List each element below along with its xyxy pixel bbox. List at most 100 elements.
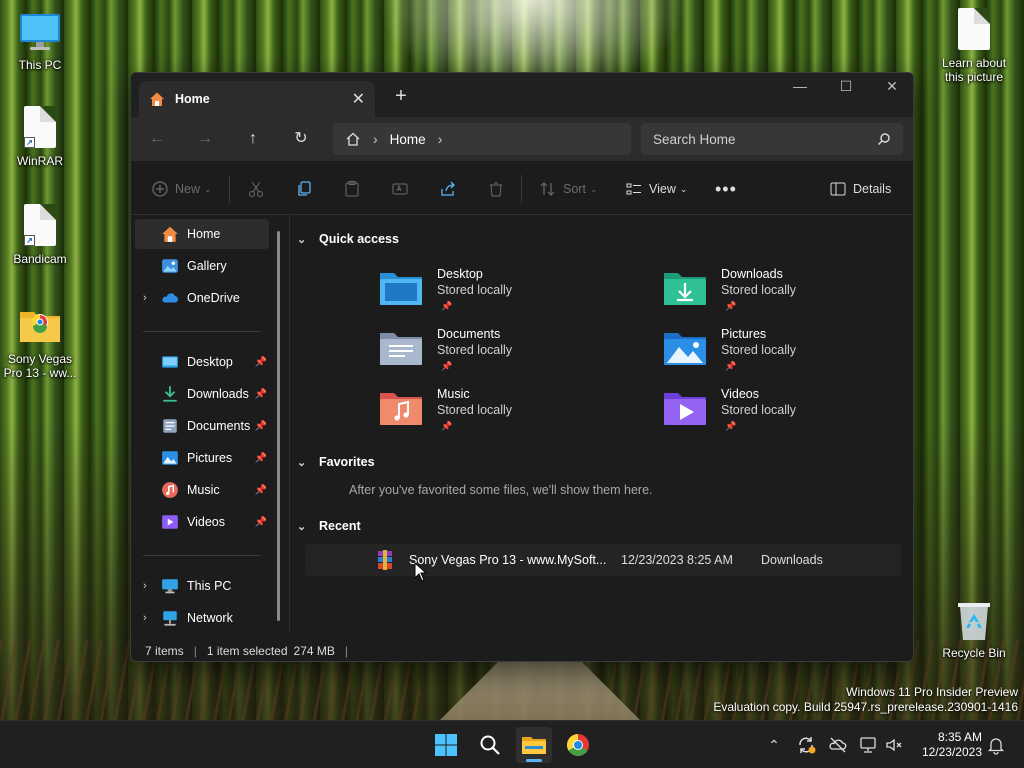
plus-circle-icon — [152, 181, 168, 197]
cloud-offline-icon[interactable] — [828, 735, 848, 755]
quick-access-header[interactable]: ⌄ Quick access — [297, 232, 399, 246]
favorites-header[interactable]: ⌄ Favorites — [297, 455, 375, 469]
back-button[interactable]: ← — [143, 127, 171, 151]
recent-file-row[interactable]: Sony Vegas Pro 13 - www.MySoft... 12/23/… — [305, 544, 901, 576]
chevron-right-icon[interactable]: › — [438, 131, 443, 147]
refresh-button[interactable]: ↻ — [287, 127, 315, 151]
paste-icon[interactable] — [343, 177, 361, 201]
more-options-icon[interactable]: ••• — [715, 177, 737, 201]
desktop-folder-icon — [162, 356, 178, 368]
file-explorer-taskbar-button[interactable] — [516, 727, 552, 763]
chevron-down-icon[interactable]: ⌄ — [297, 520, 306, 533]
sidebar-item-downloads[interactable]: Downloads 📌 — [135, 379, 269, 409]
quick-access-item-documents[interactable]: Documents Stored locally 📌 — [379, 327, 639, 383]
pin-icon: 📌 — [725, 301, 737, 311]
navigation-bar: ← → ↑ ↻ › Home › — [131, 117, 913, 161]
up-button[interactable]: ↑ — [239, 127, 267, 151]
new-button[interactable]: New ⌄ — [151, 177, 212, 201]
close-tab-icon[interactable]: ✕ — [352, 89, 365, 109]
pin-icon: 📌 — [254, 516, 267, 528]
pictures-folder-icon — [664, 333, 706, 365]
quick-access-item-pictures[interactable]: Pictures Stored locally 📌 — [663, 327, 913, 383]
folder-icon — [522, 737, 546, 754]
sidebar-item-network[interactable]: › Network — [135, 603, 269, 633]
forward-button[interactable]: → — [191, 127, 219, 151]
sidebar-item-gallery[interactable]: Gallery — [135, 251, 269, 281]
sidebar-item-label: Videos — [187, 515, 225, 529]
chevron-down-icon[interactable]: ⌄ — [297, 233, 306, 246]
maximize-button[interactable]: ☐ — [823, 73, 869, 103]
minimize-button[interactable]: — — [777, 73, 823, 103]
sidebar-item-label: This PC — [187, 579, 232, 593]
view-list-icon — [626, 183, 641, 195]
system-clock[interactable]: 8:35 AM 12/23/2023 — [912, 730, 982, 760]
favorites-empty-message: After you've favorited some files, we'll… — [349, 483, 653, 497]
chevron-up-icon[interactable]: ⌃ — [764, 735, 784, 755]
details-button[interactable]: Details — [829, 177, 891, 201]
toolbar-divider — [229, 175, 230, 203]
search-button[interactable] — [472, 727, 508, 763]
sidebar-item-onedrive[interactable]: › OneDrive — [135, 283, 269, 313]
clock-date: 12/23/2023 — [921, 745, 982, 759]
winrar-archive-icon — [378, 550, 392, 570]
new-tab-button[interactable]: + — [389, 85, 413, 108]
desktop-icon-learn-picture[interactable]: Learn about this picture — [934, 8, 1014, 84]
quick-access-item-videos[interactable]: Videos Stored locally 📌 — [663, 387, 913, 443]
sidebar-item-desktop[interactable]: Desktop 📌 — [135, 347, 269, 377]
sidebar-item-videos[interactable]: Videos 📌 — [135, 507, 269, 537]
search-input[interactable] — [653, 131, 877, 147]
sidebar-item-pictures[interactable]: Pictures 📌 — [135, 443, 269, 473]
desktop-icon-bandicam[interactable]: ↗ Bandicam — [0, 204, 80, 266]
sidebar-scrollbar[interactable] — [277, 231, 280, 621]
pane-divider[interactable] — [289, 215, 290, 633]
sidebar-item-label: OneDrive — [187, 291, 240, 305]
chevron-down-icon[interactable]: ⌄ — [297, 456, 306, 469]
search-box[interactable] — [641, 123, 903, 155]
folder-name: Music — [437, 387, 470, 401]
file-icon — [952, 8, 996, 52]
desktop-icon-winrar[interactable]: ↗ WinRAR — [0, 106, 80, 168]
pictures-icon — [162, 451, 178, 465]
documents-icon — [163, 419, 177, 433]
sidebar-item-music[interactable]: Music 📌 — [135, 475, 269, 505]
sidebar-item-documents[interactable]: Documents 📌 — [135, 411, 269, 441]
share-icon[interactable] — [439, 177, 457, 201]
view-button[interactable]: View ⌄ — [625, 177, 687, 201]
watermark-line-2: Evaluation copy. Build 25947.rs_prerelea… — [713, 700, 1018, 714]
expand-chevron-icon[interactable]: › — [143, 580, 147, 592]
tab-home[interactable]: Home ✕ — [139, 81, 375, 117]
search-icon — [878, 133, 890, 145]
update-sync-icon[interactable] — [796, 735, 816, 755]
close-window-button[interactable]: ✕ — [869, 73, 913, 103]
folder-status: Stored locally — [721, 403, 797, 417]
sidebar-item-this-pc[interactable]: › This PC — [135, 571, 269, 601]
status-bar: 7 items | 1 item selected 274 MB | — [131, 639, 913, 661]
start-button[interactable] — [428, 727, 464, 763]
quick-access-item-music[interactable]: Music Stored locally 📌 — [379, 387, 639, 443]
delete-icon[interactable] — [487, 177, 505, 201]
cut-icon[interactable] — [247, 177, 265, 201]
sidebar-item-home[interactable]: Home — [135, 219, 269, 249]
sort-button[interactable]: Sort ⌄ — [539, 177, 597, 201]
expand-chevron-icon[interactable]: › — [143, 612, 147, 624]
recent-file-name: Sony Vegas Pro 13 - www.MySoft... — [409, 553, 607, 567]
recent-header[interactable]: ⌄ Recent — [297, 519, 361, 533]
desktop-icon-sony-vegas[interactable]: Sony Vegas Pro 13 - ww... — [0, 304, 80, 380]
details-pane-icon — [830, 182, 846, 196]
tab-title: Home — [175, 92, 210, 106]
quick-access-item-downloads[interactable]: Downloads Stored locally 📌 — [663, 267, 913, 323]
expand-chevron-icon[interactable]: › — [143, 292, 147, 304]
quick-access-item-desktop[interactable]: Desktop Stored locally 📌 — [379, 267, 639, 323]
chrome-taskbar-button[interactable] — [560, 727, 596, 763]
clock-time: 8:35 AM — [937, 730, 982, 744]
notification-bell-icon[interactable] — [986, 735, 1006, 755]
address-bar[interactable]: › Home › — [333, 123, 631, 155]
breadcrumb-home[interactable]: Home — [390, 132, 426, 147]
desktop-icon-this-pc[interactable]: This PC — [0, 10, 80, 72]
desktop-icon-recycle-bin[interactable]: Recycle Bin — [934, 598, 1014, 660]
copy-icon[interactable] — [295, 177, 313, 201]
rename-icon[interactable] — [391, 177, 409, 201]
status-divider: | — [344, 644, 349, 658]
network-status-icon[interactable] — [858, 735, 878, 755]
volume-muted-icon[interactable] — [884, 735, 904, 755]
